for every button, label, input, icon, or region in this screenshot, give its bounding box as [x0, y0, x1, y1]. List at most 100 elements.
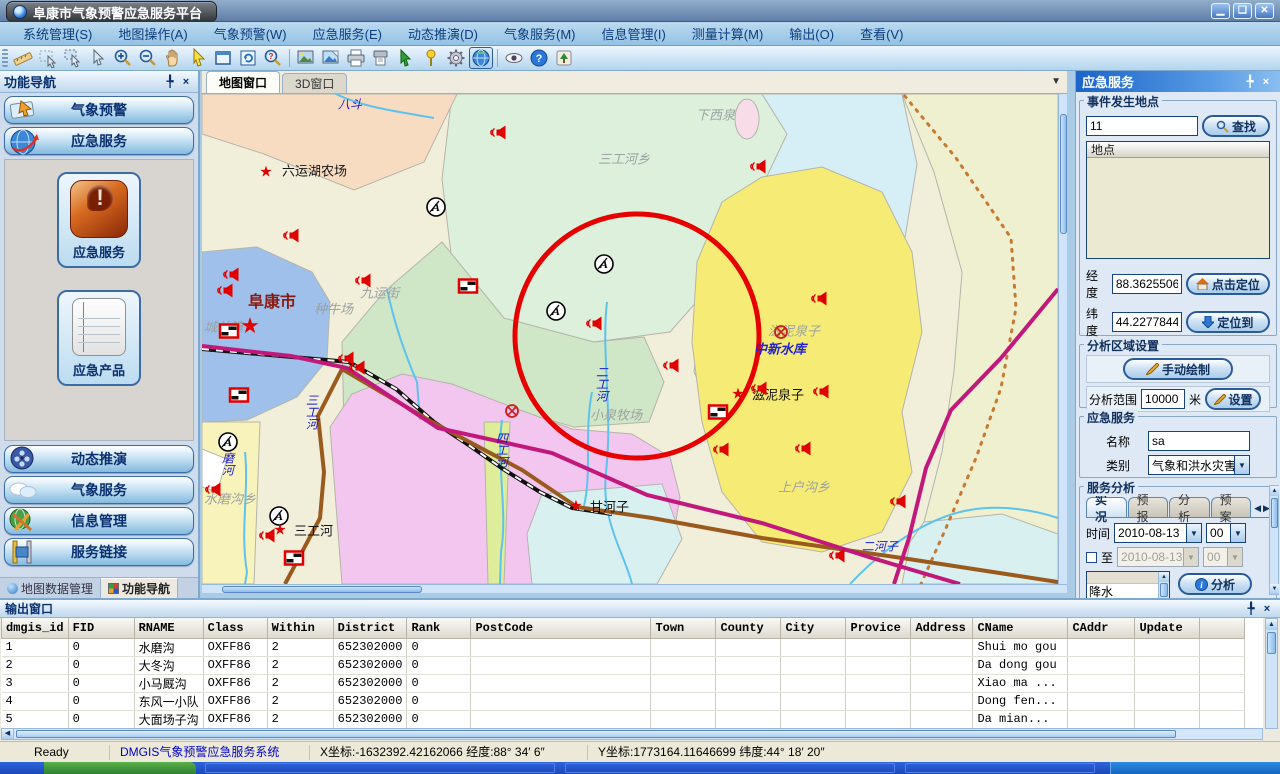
flag-marker-icon[interactable] [284, 550, 305, 566]
sidebar-section-top-0[interactable]: 气象预警 [4, 96, 194, 124]
map-tab-dropdown-icon[interactable]: ▼ [1051, 76, 1061, 87]
image-export-tool-button[interactable] [294, 47, 318, 69]
speaker-marker-icon[interactable] [810, 292, 829, 307]
identify-tool-button[interactable]: ? [261, 47, 285, 69]
column-header-town[interactable]: Town [651, 618, 716, 638]
cross-marker-icon[interactable] [504, 403, 520, 419]
output-vertical-scrollbar[interactable]: ▲ [1265, 618, 1278, 729]
hour2-combo[interactable]: 00▼ [1203, 547, 1243, 567]
menu-item-9[interactable]: 输出(O) [776, 22, 847, 45]
station-marker-icon[interactable]: A [425, 196, 447, 218]
column-header-cname[interactable]: CName [973, 618, 1068, 638]
column-header-class[interactable]: Class [203, 618, 267, 638]
toolbar-grip[interactable] [2, 49, 8, 67]
globe-tool-tool-button[interactable] [469, 47, 493, 69]
lon-input[interactable] [1112, 274, 1182, 294]
column-header-update[interactable]: Update [1135, 618, 1200, 638]
analyze-button[interactable]: i 分析 [1178, 573, 1252, 595]
locate-click-button[interactable]: 点击定位 [1186, 273, 1270, 295]
date-combo[interactable]: 2010-08-13▼ [1114, 523, 1202, 543]
settings-gear-tool-button[interactable] [444, 47, 468, 69]
map-export-tool-button[interactable] [319, 47, 343, 69]
speaker-marker-icon[interactable] [812, 385, 831, 400]
hour-combo[interactable]: 00▼ [1206, 523, 1246, 543]
column-header-city[interactable]: City [781, 618, 846, 638]
range-input[interactable] [1141, 389, 1185, 409]
full-extent-tool-button[interactable] [211, 47, 235, 69]
output-pin-icon[interactable]: ╄ [1243, 602, 1259, 616]
speaker-marker-icon[interactable] [348, 361, 367, 376]
scroll-left-icon[interactable]: ◀ [2, 729, 14, 739]
speaker-marker-icon[interactable] [794, 442, 813, 457]
locate-to-button[interactable]: 定位到 [1186, 311, 1270, 333]
tab-live[interactable]: 实况 [1086, 497, 1127, 517]
speaker-marker-icon[interactable] [750, 382, 769, 397]
zoom-out-tool-button[interactable] [136, 47, 160, 69]
to-checkbox[interactable] [1086, 552, 1097, 563]
scroll-up-icon[interactable]: ▲ [1270, 486, 1279, 496]
pointer-tool-button[interactable] [186, 47, 210, 69]
menu-item-10[interactable]: 查看(V) [847, 22, 916, 45]
lat-input[interactable] [1112, 312, 1182, 332]
cross-marker-icon[interactable] [773, 324, 789, 340]
legend-tree-tool-button[interactable] [552, 47, 576, 69]
speaker-marker-icon[interactable] [662, 359, 681, 374]
close-button[interactable]: ✕ [1255, 3, 1274, 19]
shortcut-emergency-service[interactable]: 应急服务 [57, 172, 141, 268]
speaker-marker-icon[interactable] [828, 549, 847, 564]
output-horizontal-scrollbar[interactable]: ◀ [1, 728, 1263, 740]
column-header-within[interactable]: Within [267, 618, 333, 638]
element-list-item[interactable]: 降水 [1089, 585, 1167, 599]
chevron-down-icon[interactable]: ▼ [1230, 524, 1245, 542]
tab-scroll-left-icon[interactable]: ◀ [1252, 503, 1262, 517]
flag-marker-icon[interactable] [458, 278, 479, 294]
service-name-input[interactable] [1148, 431, 1250, 451]
output-table[interactable]: dmgis_idFIDRNAMEClassWithinDistrictRankP… [1, 618, 1245, 729]
place-pin-tool-button[interactable] [419, 47, 443, 69]
column-header-caddr[interactable]: CAddr [1068, 618, 1135, 638]
locate-arrow-tool-button[interactable] [394, 47, 418, 69]
tab-analysis[interactable]: 分析 [1169, 497, 1210, 517]
manual-draw-button[interactable]: 手动绘制 [1123, 358, 1233, 380]
column-header-dmgis_id[interactable]: dmgis_id [2, 618, 69, 638]
location-list[interactable]: 地点 [1086, 141, 1270, 259]
chevron-down-icon[interactable]: ▼ [1186, 524, 1201, 542]
search-button[interactable]: 查找 [1202, 115, 1270, 137]
flag-marker-icon[interactable] [219, 323, 240, 339]
flag-marker-icon[interactable] [708, 404, 729, 420]
restore-button[interactable]: ❏ [1233, 3, 1252, 19]
set-button[interactable]: 设置 [1205, 388, 1261, 410]
panel-pin-icon[interactable]: ╄ [1242, 75, 1258, 89]
map-horizontal-scrollbar[interactable] [202, 584, 1067, 593]
panel-close-icon[interactable]: × [1258, 75, 1274, 89]
flag-marker-icon[interactable] [229, 387, 250, 403]
tab-3d-window[interactable]: 3D窗口 [282, 73, 347, 93]
column-header-fid[interactable]: FID [68, 618, 134, 638]
select-dashed-tool-button[interactable] [36, 47, 60, 69]
speaker-marker-icon[interactable] [585, 317, 604, 332]
sidebar-section-bottom-3[interactable]: 服务链接 [4, 538, 194, 566]
speaker-marker-icon[interactable] [204, 483, 223, 498]
column-header-rname[interactable]: RNAME [134, 618, 203, 638]
menu-item-8[interactable]: 测量计算(M) [679, 22, 777, 45]
table-row[interactable]: 10水磨沟OXFF8626523020000Shui mo gou [2, 638, 1245, 656]
column-header-provice[interactable]: Provice [846, 618, 911, 638]
scroll-up-icon[interactable]: ▲ [1159, 572, 1169, 582]
menu-item-2[interactable]: 地图操作(A) [105, 22, 200, 45]
zoom-in-tool-button[interactable] [111, 47, 135, 69]
help-tool-button[interactable]: ? [527, 47, 551, 69]
print-tool-button[interactable] [344, 47, 368, 69]
table-row[interactable]: 40东风一小队OXFF8626523020000Dong fen... [2, 692, 1245, 710]
shortcut-emergency-product[interactable]: 应急产品 [57, 290, 141, 386]
menu-item-3[interactable]: 气象预警(W) [201, 22, 300, 45]
column-header-county[interactable]: County [716, 618, 781, 638]
scroll-up-icon[interactable]: ▲ [1266, 619, 1277, 630]
minimize-button[interactable]: ▁ [1211, 3, 1230, 19]
sidebar-tab-map-data[interactable]: 地图数据管理 [0, 578, 101, 598]
tab-plan[interactable]: 预案 [1211, 497, 1252, 517]
sidebar-section-bottom-1[interactable]: 气象服务 [4, 476, 194, 504]
select-plain-tool-button[interactable] [86, 47, 110, 69]
chevron-down-icon[interactable]: ▼ [1234, 456, 1249, 474]
column-header-district[interactable]: District [333, 618, 407, 638]
speaker-marker-icon[interactable] [216, 284, 235, 299]
